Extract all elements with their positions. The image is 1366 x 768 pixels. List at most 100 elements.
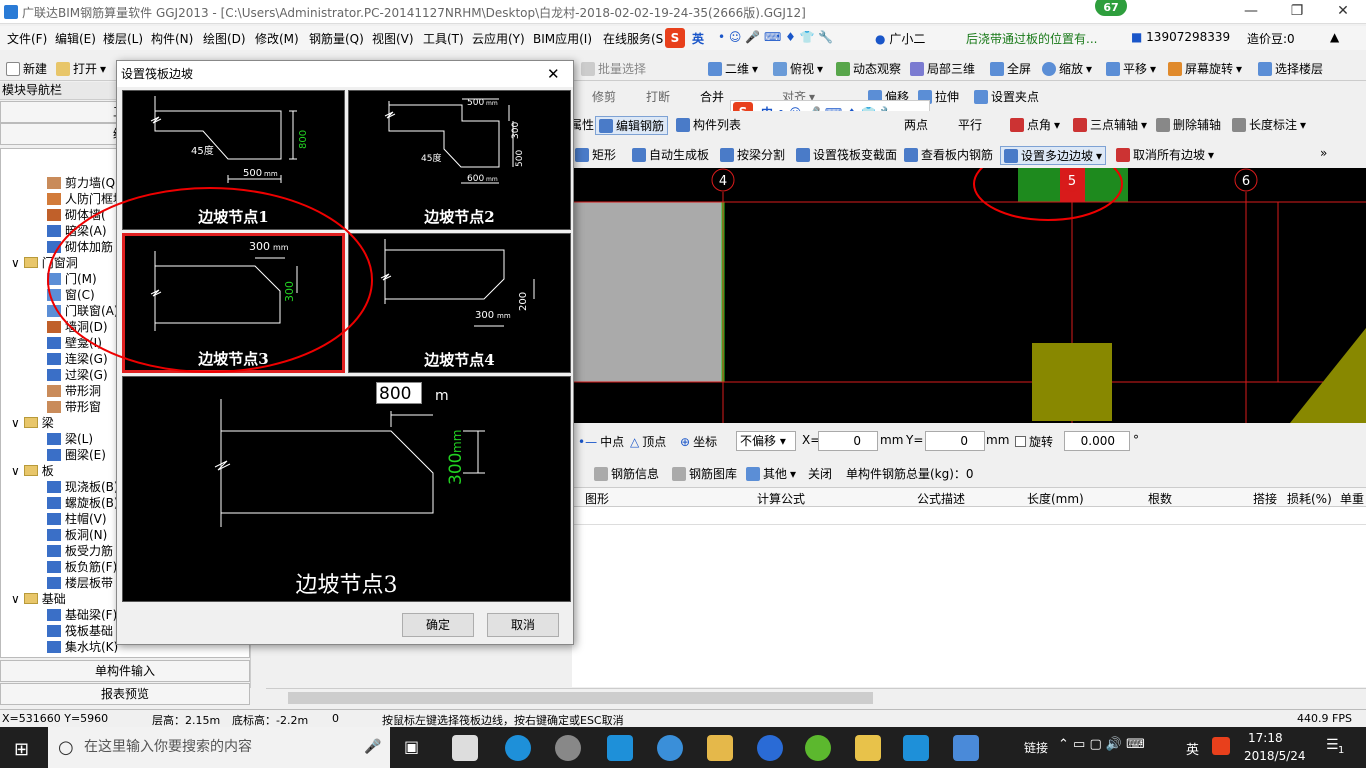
- tree-item[interactable]: 圈梁(E): [47, 446, 106, 463]
- two-point-button[interactable]: 两点: [904, 116, 928, 133]
- tree-item[interactable]: 梁(L): [47, 430, 93, 447]
- arrow-icon[interactable]: ▲: [1330, 30, 1339, 44]
- rotate-input[interactable]: 0.000: [1064, 431, 1130, 451]
- minimize-icon[interactable]: —: [1228, 0, 1274, 24]
- merge-button[interactable]: 合并: [700, 88, 724, 105]
- y-input[interactable]: 0: [925, 431, 985, 451]
- tree-item[interactable]: 带形窗: [47, 398, 101, 415]
- news-ticker[interactable]: 后浇带通过板的位置有...: [966, 30, 1097, 47]
- table-row[interactable]: [572, 507, 1366, 525]
- rebar-library-button[interactable]: 钢筋图库: [672, 465, 737, 482]
- batch-select-button[interactable]: 批量选择: [581, 60, 646, 77]
- ie-browser-icon[interactable]: [657, 735, 683, 761]
- ggj-app-icon[interactable]: [903, 735, 929, 761]
- close-icon[interactable]: ✕: [1320, 0, 1366, 24]
- length-dim-button[interactable]: 长度标注 ▾: [1232, 116, 1306, 133]
- tree-group[interactable]: ∨ 板: [11, 462, 54, 479]
- toolbar-overflow-icon[interactable]: »: [1320, 146, 1327, 160]
- clock-date[interactable]: 2018/5/24: [1244, 749, 1306, 763]
- menu-online[interactable]: 在线服务(S: [603, 30, 663, 47]
- zoom-button[interactable]: 缩放 ▾: [1042, 60, 1092, 77]
- tree-item[interactable]: 螺旋板(B): [47, 494, 119, 511]
- open-button[interactable]: 打开 ▾: [56, 60, 106, 77]
- topview-button[interactable]: 俯视 ▾: [773, 60, 823, 77]
- explorer-icon[interactable]: [707, 735, 733, 761]
- menu-component[interactable]: 构件(N): [151, 30, 193, 47]
- delete-axis-button[interactable]: 删除辅轴: [1156, 116, 1221, 133]
- fullscreen-button[interactable]: 全屏: [990, 60, 1031, 77]
- set-grip-button[interactable]: 设置夹点: [974, 88, 1039, 105]
- menu-bim[interactable]: BIM应用(I): [533, 30, 592, 47]
- tree-item[interactable]: 板受力筋: [47, 542, 113, 559]
- coordinate-button[interactable]: ⊕ 坐标: [680, 433, 717, 450]
- green-app-icon[interactable]: [805, 735, 831, 761]
- tree-item[interactable]: 板洞(N): [47, 526, 107, 543]
- ime-lang[interactable]: 英: [692, 30, 704, 47]
- menu-cloud[interactable]: 云应用(Y): [472, 30, 525, 47]
- trim-button[interactable]: 修剪: [592, 88, 616, 105]
- tree-item[interactable]: 基础梁(F): [47, 606, 117, 623]
- tree-item[interactable]: 板负筋(F): [47, 558, 117, 575]
- action-center-icon[interactable]: ☰: [1326, 737, 1339, 753]
- taskbar-search[interactable]: ○ 在这里输入你要搜索的内容 🎤: [48, 727, 390, 768]
- tree-group[interactable]: ∨ 基础: [11, 590, 66, 607]
- single-component-input-button[interactable]: 单构件输入: [0, 660, 250, 682]
- pinned-app-icon[interactable]: [452, 735, 478, 761]
- x-input[interactable]: 0: [818, 431, 878, 451]
- report-preview-button[interactable]: 报表预览: [0, 683, 250, 705]
- slope-width-input[interactable]: 800: [376, 382, 422, 404]
- vertex-button[interactable]: △ 顶点: [630, 433, 666, 450]
- restore-icon[interactable]: ❐: [1274, 0, 1320, 24]
- close-button[interactable]: 关闭: [808, 465, 832, 482]
- view-slab-rebar-button[interactable]: 查看板内钢筋: [904, 146, 993, 163]
- rebar-info-button[interactable]: 钢筋信息: [594, 465, 659, 482]
- assistant[interactable]: ● 广小二: [875, 30, 925, 47]
- menu-tools[interactable]: 工具(T): [423, 30, 464, 47]
- input-lang[interactable]: 英: [1186, 739, 1199, 758]
- variable-section-button[interactable]: 设置筏板变截面: [796, 146, 897, 163]
- screenshot-icon[interactable]: [953, 735, 979, 761]
- rectangle-button[interactable]: 矩形: [575, 146, 616, 163]
- menu-modify[interactable]: 修改(M): [255, 30, 299, 47]
- app-icon[interactable]: [555, 735, 581, 761]
- notes-icon[interactable]: [855, 735, 881, 761]
- glodon-icon[interactable]: [757, 735, 783, 761]
- menu-rebar[interactable]: 钢筋量(Q): [309, 30, 364, 47]
- component-list-button[interactable]: 构件列表: [676, 116, 741, 133]
- user-phone[interactable]: ■ 13907298339: [1131, 30, 1230, 44]
- sogou-tray-icon[interactable]: [1212, 737, 1230, 755]
- dialog-close-icon[interactable]: ✕: [547, 61, 560, 87]
- three-point-axis-button[interactable]: 三点辅轴 ▾: [1073, 116, 1147, 133]
- local-3d-button[interactable]: 局部三维: [910, 60, 975, 77]
- cancel-button[interactable]: 取消: [487, 613, 559, 637]
- midpoint-button[interactable]: •— 中点: [578, 433, 624, 450]
- rebar-grid-body[interactable]: [572, 507, 1366, 687]
- tree-item[interactable]: 楼层板带: [47, 574, 113, 591]
- notification-badge[interactable]: 67: [1093, 0, 1129, 18]
- edge-icon[interactable]: [607, 735, 633, 761]
- menu-floor[interactable]: 楼层(L): [103, 30, 143, 47]
- offset-select[interactable]: 不偏移 ▾: [736, 431, 796, 451]
- menu-view[interactable]: 视图(V): [372, 30, 414, 47]
- tray-icons[interactable]: ⌃ ▭ ▢ 🔊 ⌨: [1058, 737, 1145, 752]
- taskbar-link[interactable]: 链接: [1024, 739, 1048, 756]
- other-button[interactable]: 其他 ▾: [746, 465, 796, 482]
- horizontal-scrollbar[interactable]: [266, 688, 1366, 706]
- menu-edit[interactable]: 编辑(E): [55, 30, 96, 47]
- edit-rebar-button[interactable]: 编辑钢筋: [595, 116, 669, 135]
- tree-item[interactable]: 现浇板(B): [47, 478, 119, 495]
- pan-button[interactable]: 平移 ▾: [1106, 60, 1156, 77]
- menu-draw[interactable]: 绘图(D): [203, 30, 246, 47]
- clock-time[interactable]: 17:18: [1248, 731, 1283, 745]
- 2d-button[interactable]: 二维 ▾: [708, 60, 758, 77]
- tree-item[interactable]: 筏板基础: [47, 622, 113, 639]
- menu-file[interactable]: 文件(F): [7, 30, 47, 47]
- drawing-canvas[interactable]: 4 5 6: [570, 168, 1366, 423]
- rotate-screen-button[interactable]: 屏幕旋转 ▾: [1168, 60, 1242, 77]
- orbit-button[interactable]: 动态观察: [836, 60, 901, 77]
- split-by-beam-button[interactable]: 按梁分割: [720, 146, 785, 163]
- select-floor-button[interactable]: 选择楼层: [1258, 60, 1323, 77]
- tree-group[interactable]: ∨ 梁: [11, 414, 54, 431]
- break-button[interactable]: 打断: [646, 88, 670, 105]
- set-multi-slope-button[interactable]: 设置多边边坡 ▾: [1000, 146, 1107, 165]
